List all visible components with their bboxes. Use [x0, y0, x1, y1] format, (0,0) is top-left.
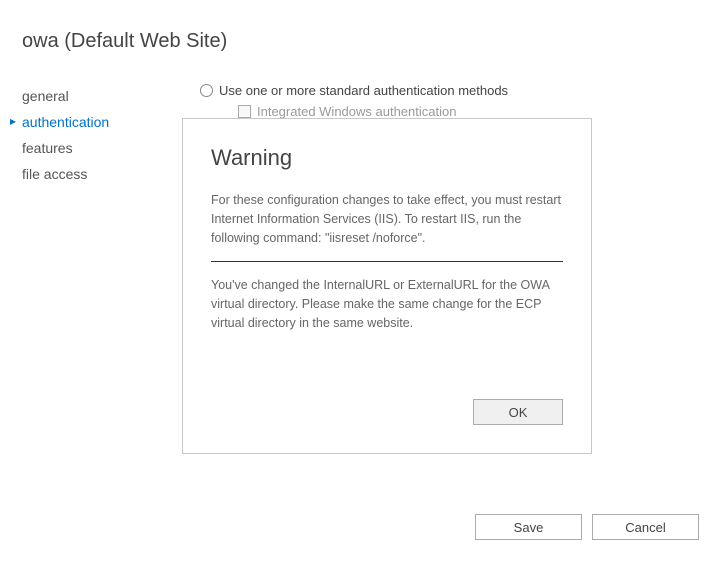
sidebar-item-label: features — [22, 140, 73, 156]
sidebar: general authentication features file acc… — [0, 83, 170, 187]
checkbox-label: Integrated Windows authentication — [257, 104, 456, 119]
dialog-divider — [211, 261, 563, 262]
sidebar-item-features[interactable]: features — [10, 135, 170, 161]
sidebar-item-file-access[interactable]: file access — [10, 161, 170, 187]
sidebar-item-label: file access — [22, 166, 87, 182]
dialog-message-2: You've changed the InternalURL or Extern… — [211, 276, 563, 332]
sidebar-item-authentication[interactable]: authentication — [10, 109, 170, 135]
warning-dialog: Warning For these configuration changes … — [182, 118, 592, 454]
ok-button[interactable]: OK — [473, 399, 563, 425]
radio-icon — [200, 84, 213, 97]
auth-checkbox-row[interactable]: Integrated Windows authentication — [238, 104, 714, 119]
dialog-message-1: For these configuration changes to take … — [211, 191, 563, 247]
page-title: owa (Default Web Site) — [0, 0, 714, 53]
cancel-button[interactable]: Cancel — [592, 514, 699, 540]
dialog-title: Warning — [211, 145, 563, 171]
save-button[interactable]: Save — [475, 514, 582, 540]
auth-radio-row[interactable]: Use one or more standard authentication … — [200, 83, 714, 98]
sidebar-item-label: authentication — [22, 114, 109, 130]
sidebar-item-label: general — [22, 88, 69, 104]
sidebar-item-general[interactable]: general — [10, 83, 170, 109]
bottom-bar: Save Cancel — [475, 514, 699, 540]
checkbox-icon — [238, 105, 251, 118]
dialog-buttons: OK — [473, 399, 563, 425]
radio-label: Use one or more standard authentication … — [219, 83, 508, 98]
